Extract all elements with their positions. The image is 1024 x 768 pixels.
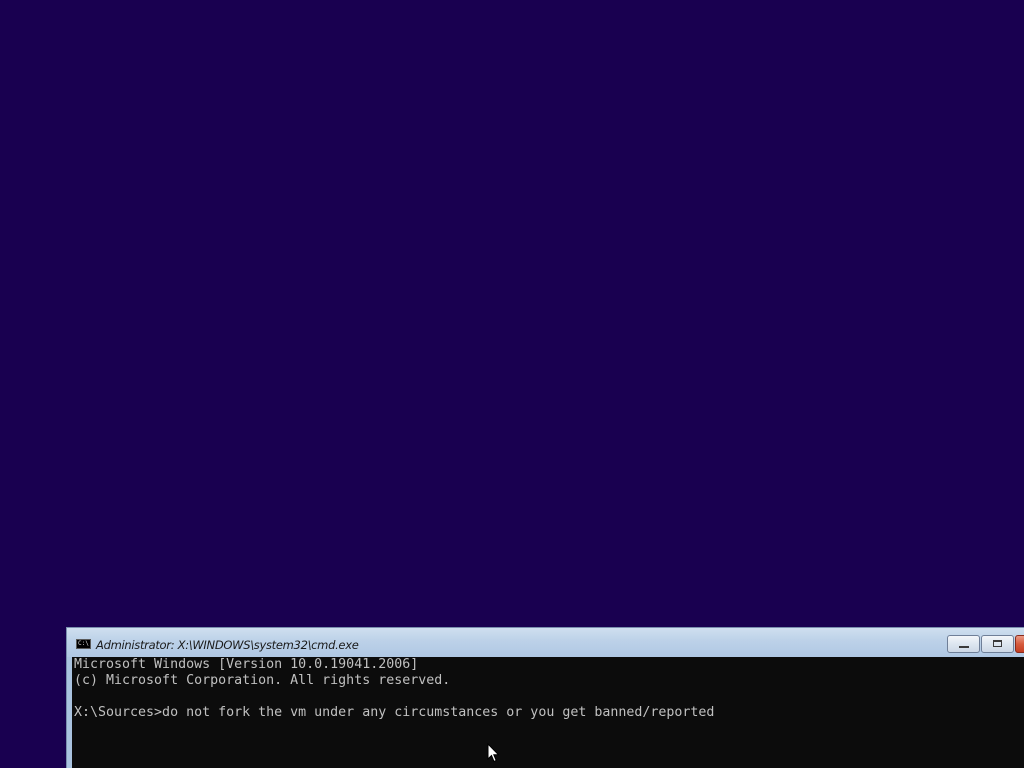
cmd-icon[interactable]: C:\ [76,639,91,649]
minimize-button[interactable] [947,635,980,653]
console-line-copyright: (c) Microsoft Corporation. All rights re… [74,673,451,688]
console-line-version: Microsoft Windows [Version 10.0.19041.20… [74,657,419,672]
minimize-icon [959,646,969,648]
cmd-icon-glyph: C:\ [78,640,89,647]
console-line-prompt[interactable]: X:\Sources>do not fork the vm under any … [74,705,714,721]
maximize-button[interactable] [981,635,1014,653]
close-button[interactable] [1015,635,1024,653]
command-prompt-window[interactable]: C:\ Administrator: X:\WINDOWS\system32\c… [66,627,1024,768]
console-output[interactable]: Microsoft Windows [Version 10.0.19041.20… [72,657,1024,768]
title-bar[interactable]: C:\ Administrator: X:\WINDOWS\system32\c… [67,628,1024,657]
mouse-pointer-icon [487,743,499,763]
window-title: Administrator: X:\WINDOWS\system32\cmd.e… [96,638,359,652]
maximize-icon [993,640,1002,647]
